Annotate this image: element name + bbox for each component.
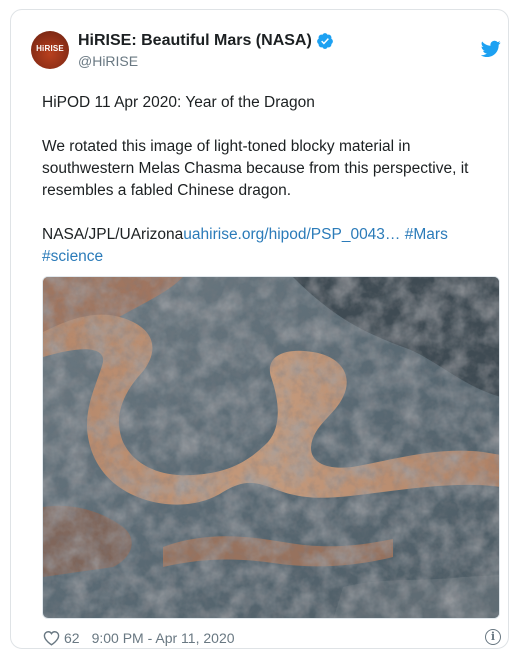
- tweet-text: HiPOD 11 Apr 2020: Year of the Dragon We…: [42, 92, 502, 268]
- credit-text: NASA/JPL/UArizona: [42, 226, 184, 243]
- author-avatar[interactable]: HiRISE: [31, 31, 69, 69]
- like-count[interactable]: 62: [64, 630, 80, 646]
- info-icon[interactable]: i: [485, 629, 501, 645]
- tweet-card: HiRISE HiRISE: Beautiful Mars (NASA) @Hi…: [10, 9, 509, 649]
- author-handle[interactable]: @HiRISE: [78, 53, 138, 69]
- tweet-footer: 62 9:00 PM - Apr 11, 2020 i: [43, 629, 501, 646]
- twitter-bird-icon[interactable]: [481, 40, 501, 58]
- heart-icon[interactable]: [43, 630, 60, 646]
- tweet-timestamp[interactable]: 9:00 PM - Apr 11, 2020: [92, 630, 235, 646]
- author-name-row[interactable]: HiRISE: Beautiful Mars (NASA): [78, 32, 334, 50]
- hashtag-science[interactable]: #science: [42, 248, 103, 265]
- source-link[interactable]: uahirise.org/hipod/PSP_0043…: [183, 226, 400, 243]
- mars-dragon-photo: [43, 277, 499, 618]
- tweet-media-image[interactable]: [42, 276, 500, 619]
- hashtag-mars[interactable]: #Mars: [405, 226, 448, 243]
- tweet-body: We rotated this image of light-toned blo…: [42, 138, 469, 199]
- tweet-credit-line: NASA/JPL/UArizonauahirise.org/hipod/PSP_…: [42, 224, 502, 246]
- tweet-line1: HiPOD 11 Apr 2020: Year of the Dragon: [42, 94, 315, 111]
- author-name[interactable]: HiRISE: Beautiful Mars (NASA): [78, 32, 312, 50]
- verified-badge-icon: [316, 33, 333, 49]
- avatar-logo-text: HiRISE: [36, 44, 64, 53]
